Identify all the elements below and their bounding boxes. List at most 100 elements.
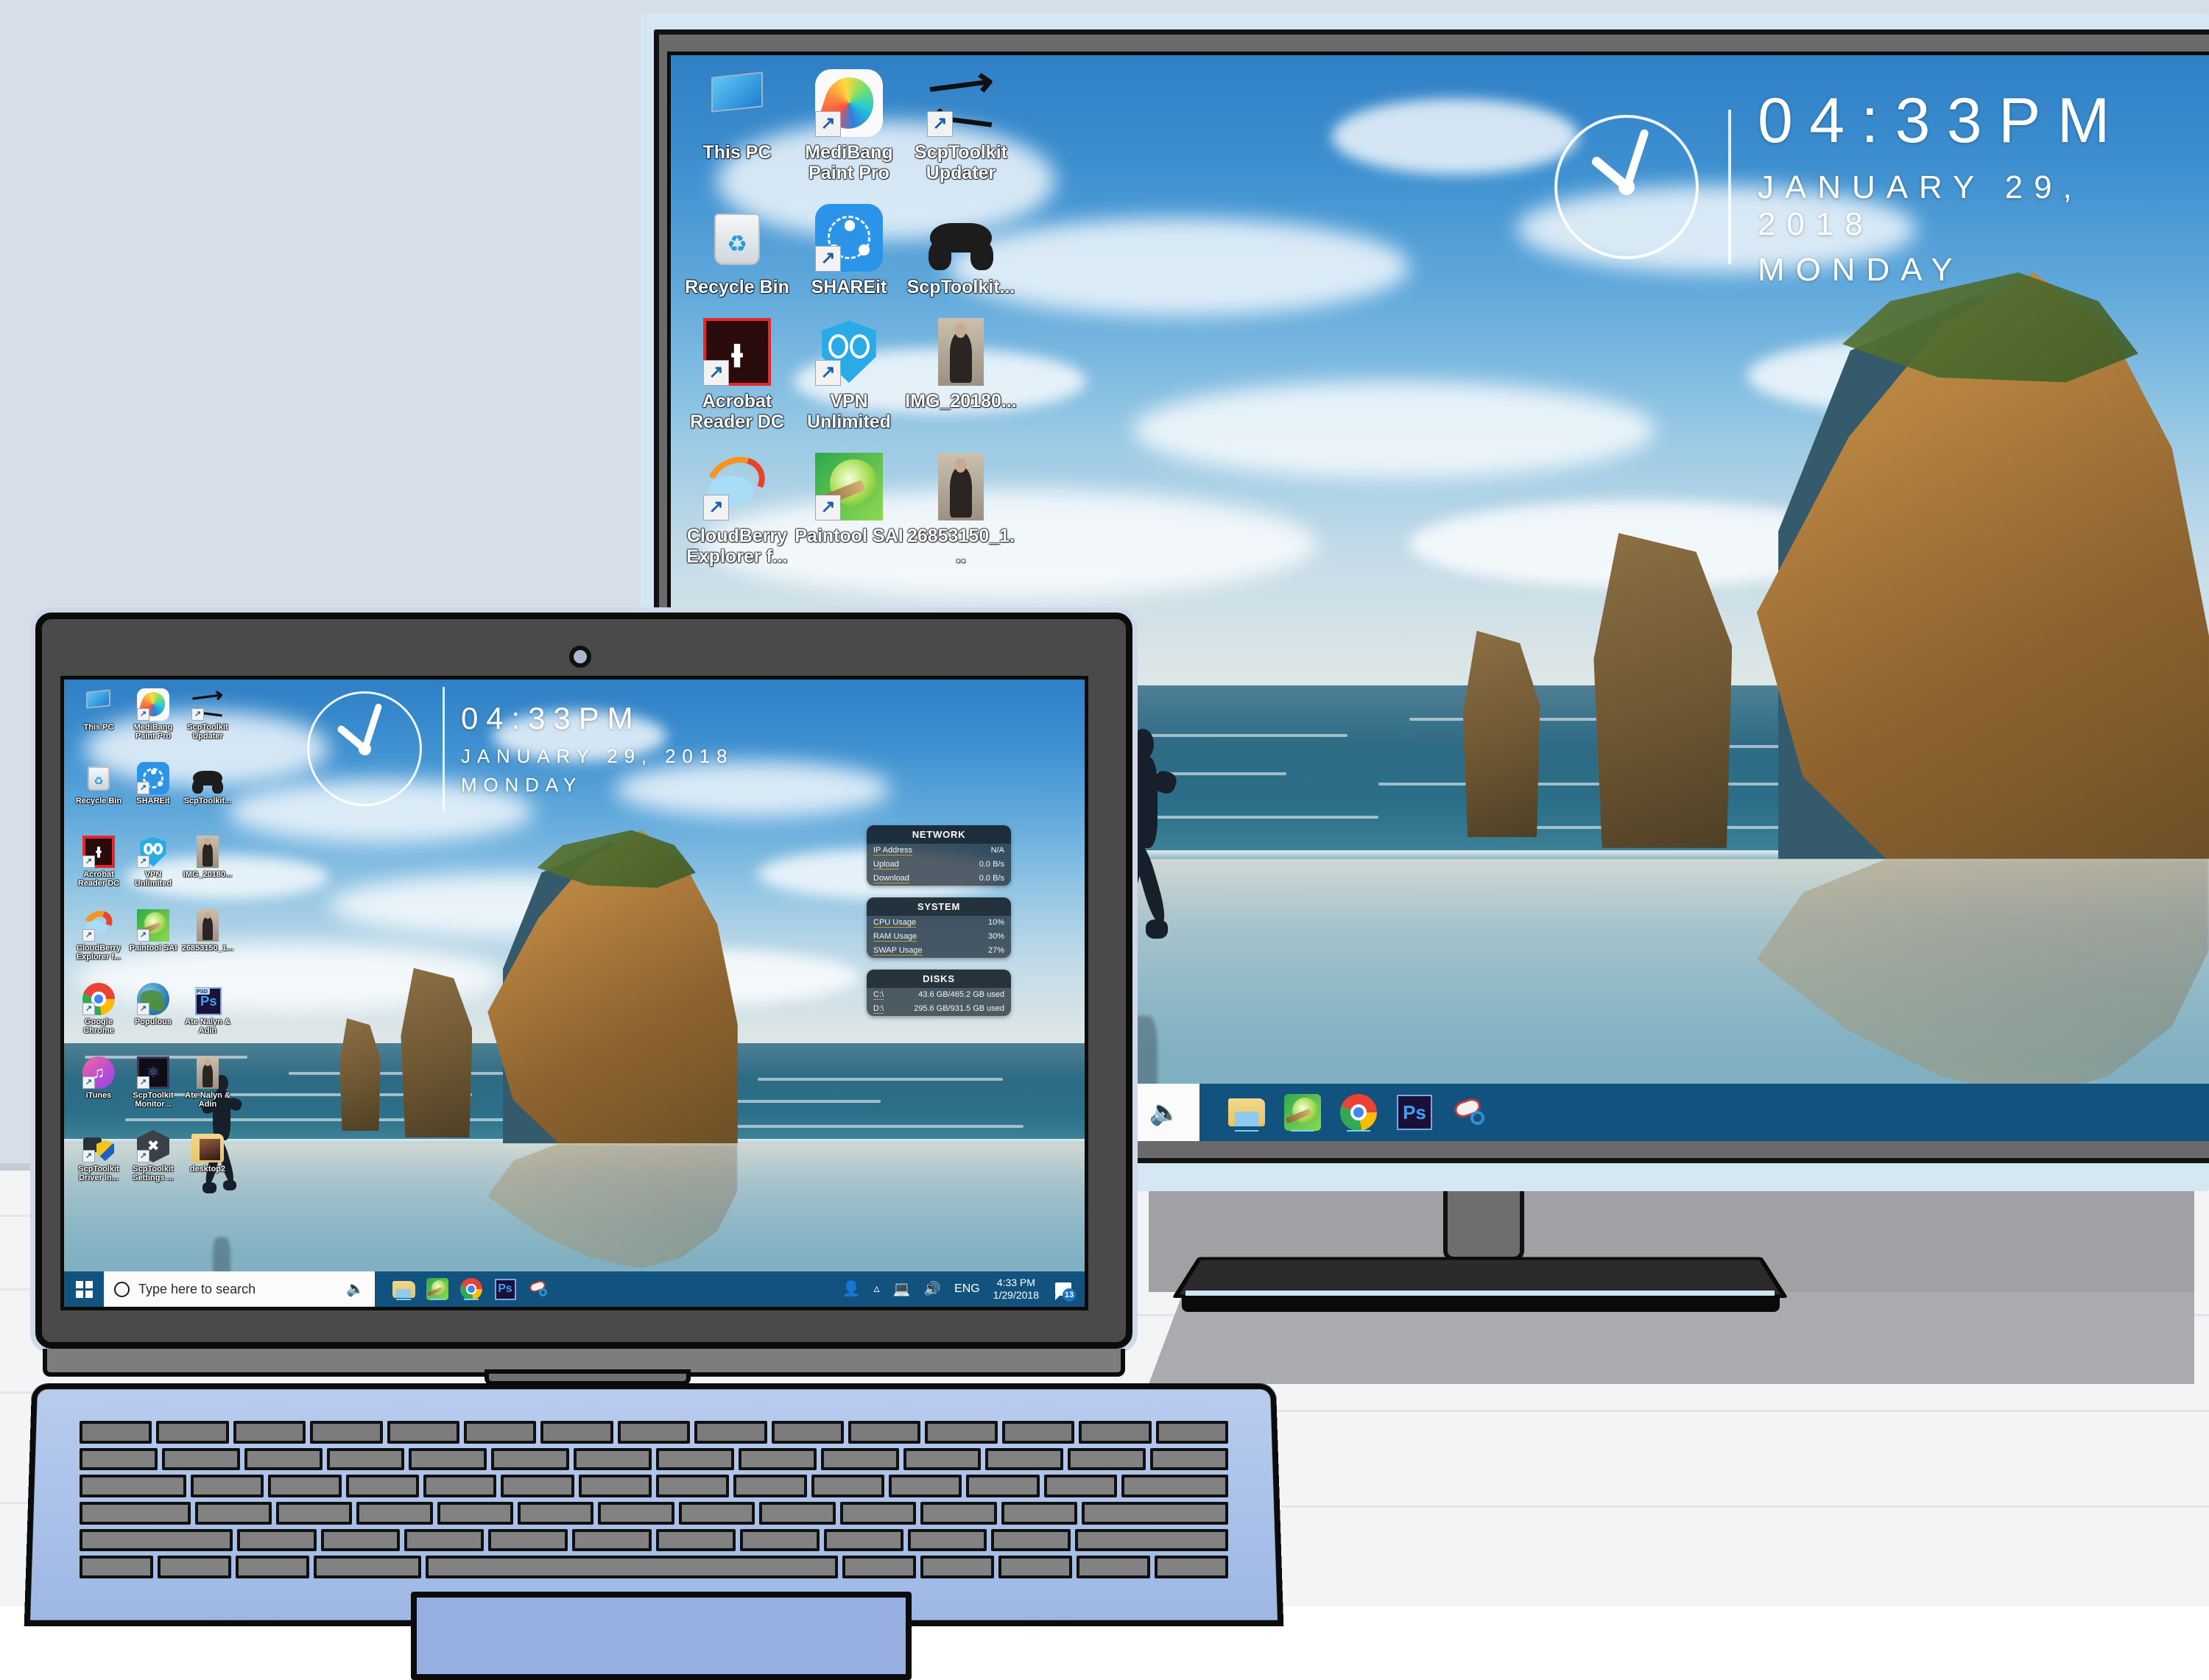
people-icon[interactable]: 👤 <box>842 1282 861 1296</box>
desktop-icon[interactable]: ↗ VPN Unlimited <box>126 833 180 906</box>
keyboard-row-home[interactable] <box>80 1502 1229 1525</box>
keyboard-key[interactable] <box>80 1475 186 1498</box>
keyboard-key[interactable] <box>811 1475 884 1498</box>
desktop-icon[interactable]: ⟶ ⟶ ↗ ScpToolkit Updater <box>180 682 235 759</box>
keyboard-key[interactable] <box>655 1475 730 1498</box>
keyboard-key[interactable] <box>1043 1475 1117 1498</box>
laptop-trackpad[interactable] <box>411 1592 912 1680</box>
this-pc-icon[interactable] <box>703 69 771 897</box>
medibang-paint-pro-icon[interactable]: ↗ <box>815 68 883 137</box>
desktop-icon[interactable]: ScpToolkit... <box>905 197 1017 304</box>
taskbar-google-chrome-icon[interactable] <box>1338 1092 1379 1133</box>
photo-thumbnail-icon[interactable] <box>191 1056 224 1089</box>
keyboard-key[interactable] <box>191 1475 264 1498</box>
keyboard-key[interactable] <box>1079 1421 1152 1444</box>
keyboard-key[interactable] <box>233 1421 306 1444</box>
scptoolkit-updater-icon[interactable]: ⟶ ⟶ ↗ <box>190 682 225 726</box>
taskbar-file-explorer-icon[interactable] <box>391 1277 416 1302</box>
show-hidden-icons-chevron[interactable]: ▵ <box>874 1283 880 1295</box>
desktop-icon[interactable]: ⚛ ↗ ScpToolkit Monitor .. <box>126 1053 180 1127</box>
desktop-icon[interactable]: ♫ ↗ iTunes <box>71 1053 126 1127</box>
keyboard-key[interactable] <box>839 1502 917 1525</box>
scptoolkit-settings-icon[interactable]: ✖ ↗ <box>137 1129 169 1162</box>
keyboard-key[interactable] <box>1082 1502 1229 1525</box>
desktop-icon[interactable]: ⟶ ⟶ ↗ ScpToolkit Updater <box>905 57 1017 190</box>
keyboard-key[interactable] <box>842 1556 916 1579</box>
vpn-unlimited-icon[interactable]: ↗ <box>137 836 169 868</box>
desktop-icon[interactable]: ↗ VPN Unlimited <box>793 311 905 439</box>
taskbar-paintool-sai-icon[interactable] <box>1282 1092 1323 1133</box>
desktop-icon[interactable]: ↗ Paintool SAI <box>793 446 905 573</box>
keyboard-key[interactable] <box>409 1447 487 1471</box>
keyboard-row-space[interactable] <box>80 1556 1228 1579</box>
desktop-icon[interactable]: ᵻ ↗ Acrobat Reader DC <box>71 833 126 906</box>
photo-thumbnail-icon[interactable] <box>927 317 995 386</box>
keyboard-key[interactable] <box>694 1421 767 1444</box>
keyboard-key[interactable] <box>1068 1447 1146 1471</box>
keyboard-key[interactable] <box>820 1447 899 1471</box>
keyboard-key[interactable] <box>1155 1556 1228 1579</box>
keyboard-key[interactable] <box>268 1475 342 1498</box>
taskbar-snipping-tool-icon[interactable] <box>1450 1092 1491 1133</box>
keyboard-key[interactable] <box>998 1556 1072 1579</box>
keyboard-key[interactable] <box>578 1475 652 1498</box>
vpn-unlimited-icon[interactable]: ↗ <box>815 318 883 386</box>
keyboard-key[interactable] <box>195 1502 272 1525</box>
desktop-icon[interactable]: ↗ Google Chrome <box>71 980 126 1053</box>
desktop-icon[interactable]: ✖ ↗ ScpToolkit Settings ... <box>126 1127 180 1201</box>
desktop-icon[interactable]: ↗ ScpToolkit Driver In... <box>71 1127 126 1201</box>
taskbar-file-explorer-icon[interactable] <box>1226 1092 1267 1133</box>
keyboard-key[interactable] <box>80 1421 152 1444</box>
keyboard-row-function[interactable] <box>80 1421 1229 1444</box>
language-indicator[interactable]: ENG <box>954 1282 980 1296</box>
paintool-sai-icon[interactable]: ↗ <box>137 908 169 942</box>
gamepad-icon[interactable] <box>191 762 224 794</box>
keyboard-row-number[interactable] <box>80 1447 1229 1471</box>
keyboard-row-top[interactable] <box>80 1475 1228 1498</box>
keyboard-key[interactable] <box>320 1528 401 1552</box>
this-pc-icon[interactable] <box>82 688 115 721</box>
desktop-icon[interactable]: ↗ CloudBerry Explorer f... <box>71 906 126 980</box>
scptoolkit-driver-installer-icon[interactable]: ↗ <box>82 1130 115 1162</box>
cortana-circle-icon[interactable] <box>114 1281 130 1297</box>
folder-icon[interactable] <box>191 1130 224 1162</box>
volume-icon[interactable]: 🔊 <box>923 1282 941 1296</box>
shareit-icon[interactable]: ↗ <box>815 203 883 272</box>
keyboard-key[interactable] <box>656 1447 734 1471</box>
taskbar-photoshop-icon[interactable]: Ps <box>1394 1092 1435 1133</box>
keyboard-key[interactable] <box>1077 1556 1150 1579</box>
desktop-icon[interactable]: ᵻ ↗ Acrobat Reader DC <box>681 311 793 439</box>
keyboard-key[interactable] <box>437 1502 513 1525</box>
keyboard-key[interactable] <box>925 1421 998 1444</box>
desktop-icon[interactable]: ♻ Recycle Bin <box>681 197 793 304</box>
scptoolkit-monitor-icon[interactable]: ⚛ ↗ <box>137 1056 169 1089</box>
keyboard-key[interactable] <box>426 1556 838 1579</box>
taskbar-google-chrome-icon[interactable] <box>459 1277 484 1302</box>
keyboard-key[interactable] <box>1001 1421 1075 1444</box>
gamepad-icon[interactable] <box>927 204 995 272</box>
start-button[interactable] <box>64 1271 104 1307</box>
desktop-icon[interactable]: IMG_20180... <box>905 311 1017 439</box>
keyboard-key[interactable] <box>617 1421 691 1444</box>
keyboard-key[interactable] <box>678 1502 755 1525</box>
scptoolkit-updater-icon[interactable]: ⟶ ⟶ ↗ <box>924 57 997 148</box>
keyboard-key[interactable] <box>1075 1528 1229 1552</box>
keyboard-key[interactable] <box>903 1447 982 1471</box>
keyboard-key[interactable] <box>920 1502 997 1525</box>
cloudberry-explorer-icon[interactable]: ↗ <box>80 906 116 942</box>
acrobat-reader-dc-icon[interactable]: ᵻ ↗ <box>703 317 771 386</box>
desktop-icon[interactable]: 26853150_1... <box>905 446 1017 573</box>
keyboard-key[interactable] <box>310 1421 383 1444</box>
keyboard-row-bottom[interactable] <box>80 1528 1229 1552</box>
medibang-paint-pro-icon[interactable]: ↗ <box>137 688 169 721</box>
keyboard-key[interactable] <box>739 1528 820 1552</box>
keyboard-key[interactable] <box>907 1528 987 1552</box>
taskbar-snipping-tool-icon[interactable] <box>526 1277 552 1302</box>
taskbar-clock[interactable]: 4:33 PM 1/29/2018 <box>993 1277 1039 1301</box>
shareit-icon[interactable]: ↗ <box>137 761 169 794</box>
recycle-bin-icon[interactable]: ♻ <box>703 204 771 272</box>
keyboard-key[interactable] <box>501 1475 574 1498</box>
paintool-sai-icon[interactable]: ↗ <box>815 452 883 520</box>
laptop-screen[interactable]: This PC ↗ MediBang Paint Pro ⟶ ⟶ ↗ ScpToolkit … <box>60 676 1088 1310</box>
keyboard-key[interactable] <box>574 1447 652 1471</box>
